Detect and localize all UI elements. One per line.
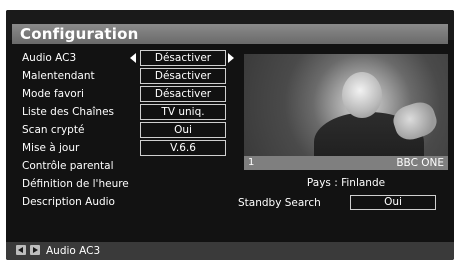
country-info: Pays : Finlande (306, 177, 386, 189)
tv-settings-screen: Configuration Audio AC3 Malentendant Mod… (6, 10, 454, 260)
menu-item-channel-list[interactable]: Liste des Chaînes (22, 105, 114, 119)
menu-item-time-settings[interactable]: Définition de l'heure (22, 177, 129, 191)
channel-list-value[interactable]: TV uniq. (140, 104, 226, 120)
standby-search-value[interactable]: Oui (350, 195, 436, 210)
menu-item-parental-control[interactable]: Contrôle parental (22, 159, 114, 173)
channel-preview-video (244, 54, 448, 156)
arrow-left-icon[interactable] (130, 53, 136, 63)
audio-ac3-value[interactable]: Désactiver (140, 50, 226, 66)
channel-info-bar: 1 BBC ONE (244, 156, 448, 170)
footer-help-bar: Audio AC3 (6, 242, 454, 260)
menu-item-encrypted-scan[interactable]: Scan crypté (22, 123, 84, 137)
hearing-impaired-value[interactable]: Désactiver (140, 68, 226, 84)
menu-item-favorite-mode[interactable]: Mode favori (22, 87, 84, 101)
menu-item-hearing-impaired[interactable]: Malentendant (22, 69, 95, 83)
preview-person-head (342, 72, 382, 118)
favorite-mode-value[interactable]: Désactiver (140, 86, 226, 102)
standby-search-label: Standby Search (238, 197, 321, 209)
menu-item-audio-description[interactable]: Description Audio (22, 195, 115, 209)
nav-left-icon (16, 245, 26, 255)
menu-item-audio-ac3[interactable]: Audio AC3 (22, 51, 76, 65)
channel-number: 1 (248, 157, 255, 168)
footer-hint: Audio AC3 (46, 245, 101, 257)
menu-item-update[interactable]: Mise à jour (22, 141, 79, 155)
title-bar: Configuration (12, 24, 448, 44)
channel-name: BBC ONE (396, 157, 444, 169)
nav-right-icon (30, 245, 40, 255)
software-version-value[interactable]: V.6.6 (140, 140, 226, 156)
encrypted-scan-value[interactable]: Oui (140, 122, 226, 138)
menu-title: Configuration (20, 25, 139, 43)
arrow-right-icon[interactable] (228, 53, 234, 63)
